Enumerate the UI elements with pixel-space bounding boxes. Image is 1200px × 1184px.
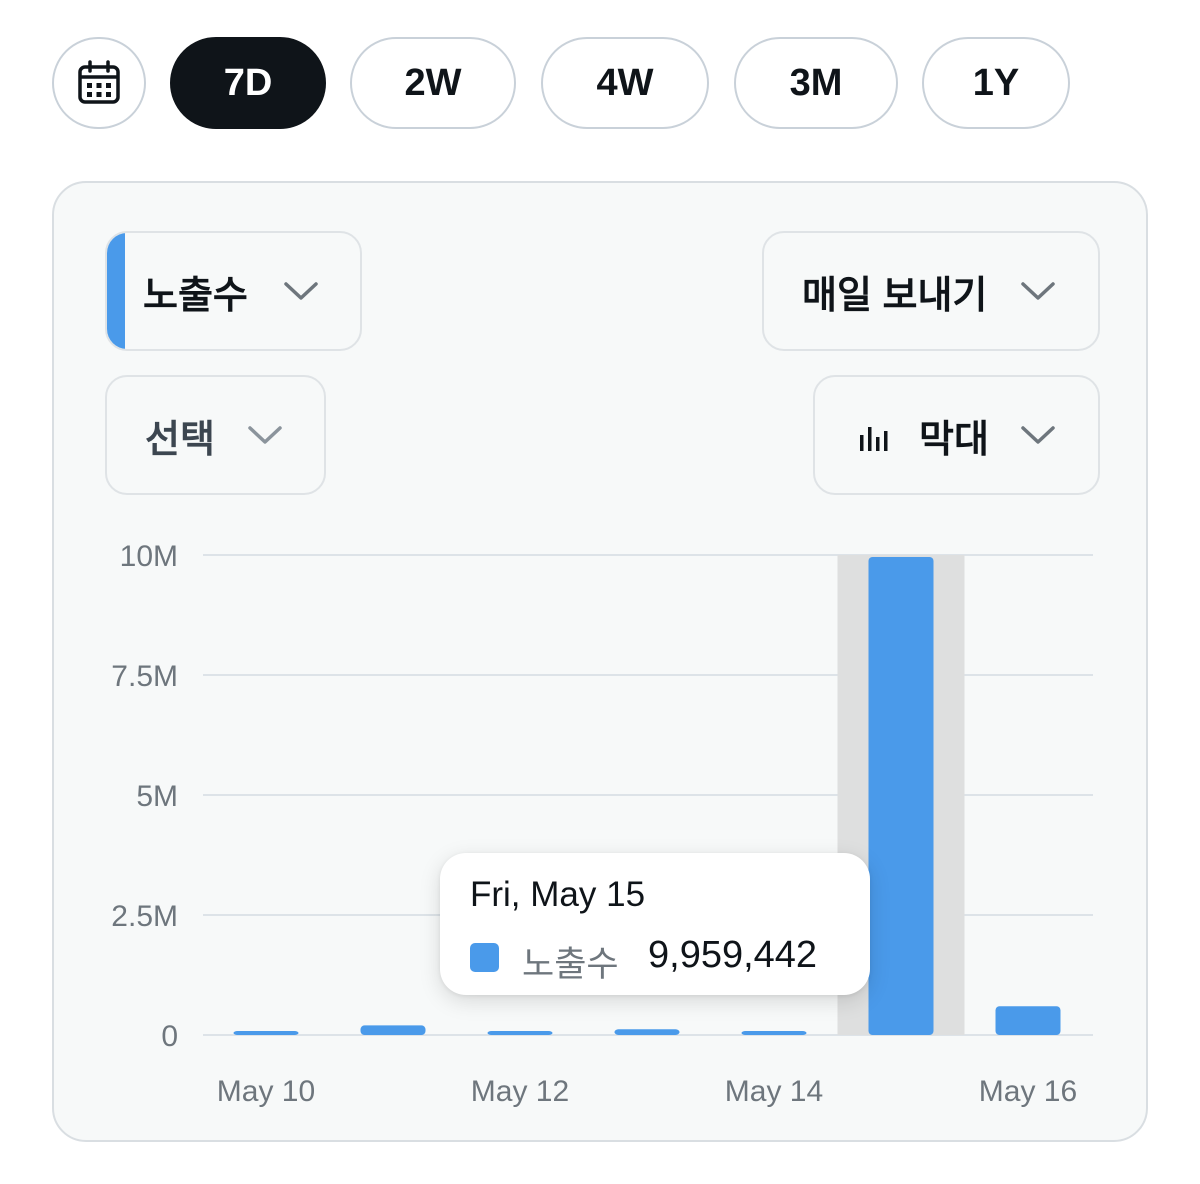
bar-may-13 xyxy=(614,1029,680,1035)
x-axis-tick-label: May 14 xyxy=(725,1075,823,1108)
bar-may-10 xyxy=(233,1031,299,1035)
x-axis-tick-label: May 12 xyxy=(471,1075,569,1108)
tooltip-series-label: 노출수 xyxy=(522,945,619,984)
y-axis-tick-label: 10M xyxy=(120,540,178,573)
y-axis-tick-label: 7.5M xyxy=(111,660,178,693)
y-axis-tick-label: 0 xyxy=(161,1020,178,1053)
chart-tooltip: Fri, May 15 노출수 9,959,442 xyxy=(440,853,870,995)
x-axis-tick-label: May 16 xyxy=(979,1075,1077,1108)
bar-may-16 xyxy=(995,1006,1061,1035)
tooltip-date: Fri, May 15 xyxy=(470,875,646,914)
bar-may-15 xyxy=(868,556,934,1035)
y-axis-tick-label: 2.5M xyxy=(111,900,178,933)
bar-may-14 xyxy=(741,1031,807,1035)
tooltip-series-swatch xyxy=(470,943,499,972)
x-axis-tick-label: May 10 xyxy=(217,1075,315,1108)
tooltip-value: 9,959,442 xyxy=(648,934,818,976)
bar-may-11 xyxy=(360,1025,426,1035)
impressions-bar-chart: 0 2.5M 5M 7.5M 10M May 10 May 12 May 14 May 16 xyxy=(111,540,1093,1108)
y-axis-tick-label: 5M xyxy=(136,780,178,813)
bar-may-12 xyxy=(487,1031,553,1035)
